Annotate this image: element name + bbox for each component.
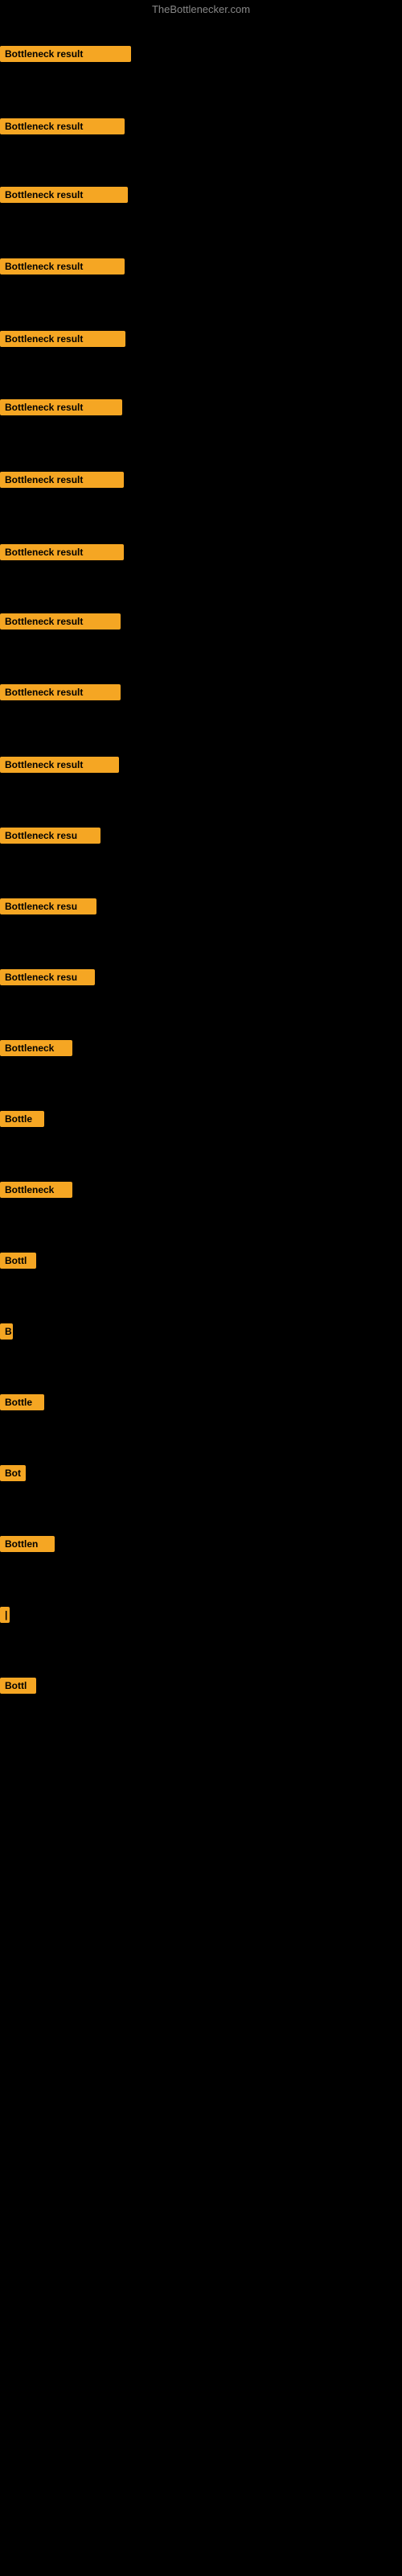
bottleneck-result-badge-23: |	[0, 1607, 10, 1623]
site-title: TheBottlenecker.com	[0, 3, 402, 15]
bottleneck-result-badge-11: Bottleneck result	[0, 757, 119, 773]
bottleneck-result-badge-7: Bottleneck result	[0, 472, 124, 488]
bottleneck-result-badge-4: Bottleneck result	[0, 258, 125, 275]
bottleneck-result-badge-17: Bottleneck	[0, 1182, 72, 1198]
bottleneck-result-badge-8: Bottleneck result	[0, 544, 124, 560]
bottleneck-result-badge-10: Bottleneck result	[0, 684, 121, 700]
bottleneck-result-badge-6: Bottleneck result	[0, 399, 122, 415]
bottleneck-result-badge-2: Bottleneck result	[0, 118, 125, 134]
bottleneck-result-badge-22: Bottlen	[0, 1536, 55, 1552]
bottleneck-result-badge-16: Bottle	[0, 1111, 44, 1127]
bottleneck-result-badge-15: Bottleneck	[0, 1040, 72, 1056]
bottleneck-result-badge-1: Bottleneck result	[0, 46, 131, 62]
bottleneck-result-badge-5: Bottleneck result	[0, 331, 125, 347]
bottleneck-result-badge-21: Bot	[0, 1465, 26, 1481]
bottleneck-result-badge-12: Bottleneck resu	[0, 828, 100, 844]
bottleneck-result-badge-20: Bottle	[0, 1394, 44, 1410]
bottleneck-result-badge-9: Bottleneck result	[0, 613, 121, 630]
bottleneck-result-badge-19: B	[0, 1323, 13, 1340]
bottleneck-result-badge-3: Bottleneck result	[0, 187, 128, 203]
bottleneck-result-badge-14: Bottleneck resu	[0, 969, 95, 985]
bottleneck-result-badge-13: Bottleneck resu	[0, 898, 96, 914]
bottleneck-result-badge-24: Bottl	[0, 1678, 36, 1694]
bottleneck-result-badge-18: Bottl	[0, 1253, 36, 1269]
